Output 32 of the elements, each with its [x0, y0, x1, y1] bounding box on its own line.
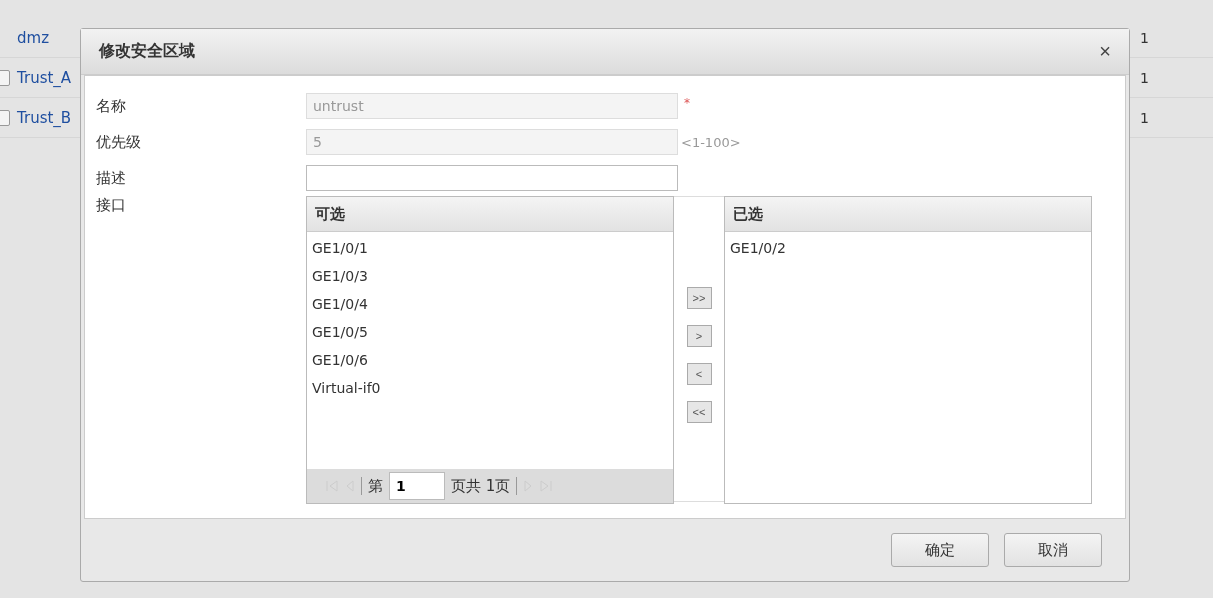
list-item[interactable]: GE1/0/4	[307, 290, 673, 318]
range-hint: <1-100>	[681, 134, 741, 150]
pager-label: 页共 1页	[451, 476, 511, 496]
list-header: 可选	[307, 197, 673, 232]
move-button[interactable]: >>	[686, 287, 712, 309]
move-button[interactable]: <<	[686, 401, 712, 423]
list-item[interactable]: GE1/0/6	[307, 346, 673, 374]
row-checkbox[interactable]	[0, 69, 10, 86]
table-cell: 1	[1140, 69, 1149, 86]
move-button[interactable]: <	[686, 363, 712, 385]
table-cell: 1	[1140, 109, 1149, 126]
list-header: 已选	[725, 197, 1091, 232]
field-label: 接口	[96, 196, 127, 215]
row-checkbox[interactable]	[0, 109, 10, 126]
dialog-button[interactable]: 取消	[1004, 533, 1102, 567]
close-button[interactable]: ×	[1099, 40, 1111, 63]
list-item[interactable]: Virtual-if0	[307, 374, 673, 402]
pager-label: 第	[368, 476, 383, 496]
list-item[interactable]: GE1/0/2	[725, 234, 1091, 262]
text-field[interactable]	[306, 165, 678, 191]
field-label: 优先级	[96, 132, 142, 152]
field-label: 名称	[96, 96, 127, 116]
list-item[interactable]: GE1/0/1	[307, 234, 673, 262]
page-field[interactable]: 1	[389, 472, 445, 500]
required-mark: *	[684, 96, 690, 110]
list-item[interactable]: GE1/0/3	[307, 262, 673, 290]
field-label: 描述	[96, 168, 127, 188]
dialog-button[interactable]: 确定	[891, 533, 989, 567]
table-cell: 1	[1140, 29, 1149, 46]
move-button[interactable]: >	[686, 325, 712, 347]
list-item[interactable]: GE1/0/5	[307, 318, 673, 346]
dialog-title: 修改安全区域	[99, 41, 195, 62]
